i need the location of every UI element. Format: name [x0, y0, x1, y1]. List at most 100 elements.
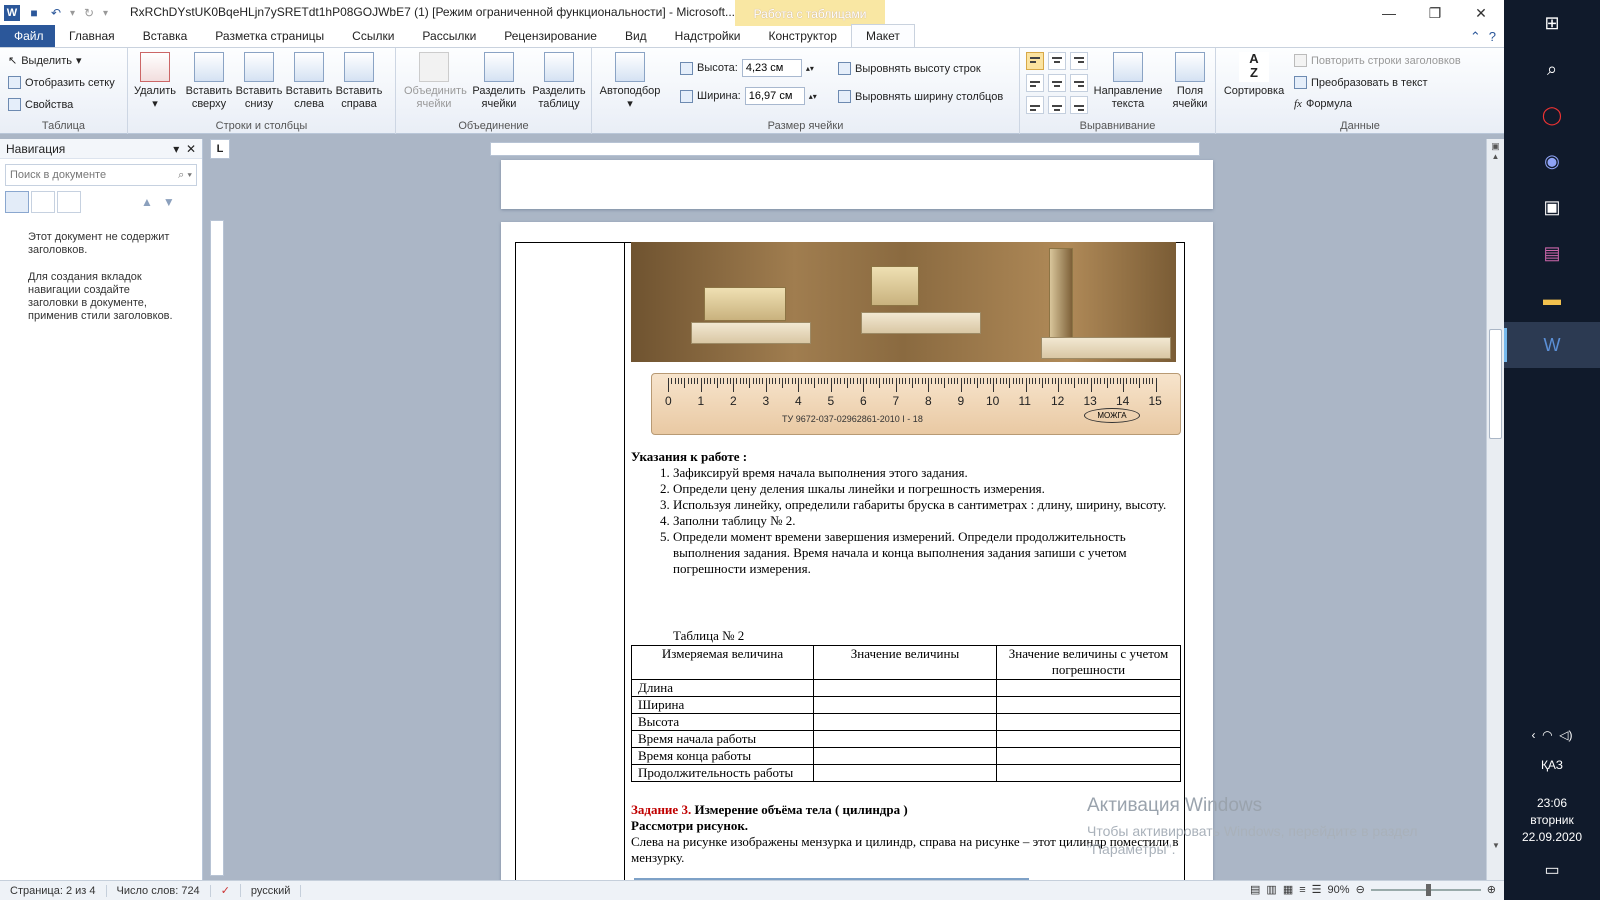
align-bottom-left-button[interactable] — [1026, 96, 1044, 114]
wifi-icon[interactable]: ◠ — [1542, 728, 1552, 742]
restore-button[interactable]: ❐ — [1412, 0, 1458, 26]
table-cell[interactable] — [996, 713, 1181, 731]
table-cell[interactable] — [813, 730, 997, 748]
scroll-thumb[interactable] — [1489, 329, 1502, 439]
table-cell[interactable]: Длина — [631, 679, 814, 697]
clock-date[interactable]: 22.09.2020 — [1504, 830, 1600, 844]
table-cell[interactable] — [996, 679, 1181, 697]
align-top-left-button[interactable] — [1026, 52, 1044, 70]
tab-page-layout[interactable]: Разметка страницы — [201, 25, 338, 47]
page-count[interactable]: Страница: 2 из 4 — [0, 884, 107, 897]
width-input[interactable] — [744, 87, 805, 105]
table-header[interactable]: Значение величины с учетом погрешности — [996, 645, 1181, 680]
tab-mailings[interactable]: Рассылки — [408, 25, 490, 47]
tab-view[interactable]: Вид — [611, 25, 661, 47]
file-explorer-icon[interactable]: ▬ — [1504, 276, 1600, 322]
table-header[interactable]: Значение величины — [813, 645, 997, 680]
tab-addins[interactable]: Надстройки — [661, 25, 755, 47]
zoom-out-icon[interactable]: ⊖ — [1356, 883, 1365, 896]
nav-down-icon[interactable]: ▼ — [163, 195, 175, 209]
autofit-button[interactable]: Автоподбор ▾ — [598, 50, 662, 111]
table-cell[interactable] — [813, 747, 997, 765]
convert-to-text-button[interactable]: Преобразовать в текст — [1294, 76, 1428, 89]
merge-cells-button[interactable]: Объединить ячейки — [404, 50, 467, 111]
nav-search-input[interactable]: Поиск в документе ⌕ ▾ — [5, 164, 197, 186]
tab-insert[interactable]: Вставка — [129, 25, 202, 47]
input-language[interactable]: ҚАЗ — [1504, 758, 1600, 772]
winrar-icon[interactable]: ▤ — [1504, 230, 1600, 276]
align-top-center-button[interactable] — [1048, 52, 1066, 70]
opera-icon[interactable]: ◯ — [1504, 92, 1600, 138]
repeat-header-rows-button[interactable]: Повторить строки заголовков — [1294, 54, 1461, 67]
ruler-toggle-icon[interactable]: ▣ — [1487, 141, 1504, 152]
tab-references[interactable]: Ссылки — [338, 25, 408, 47]
cell-margins-button[interactable]: Поля ячейки — [1166, 50, 1214, 111]
table-cell[interactable] — [996, 730, 1181, 748]
reading-layout-icon[interactable]: ▥ — [1266, 883, 1276, 896]
windows-start-icon[interactable]: ⊞ — [1504, 0, 1600, 46]
table-cell[interactable]: Время конца работы — [631, 747, 814, 765]
vertical-scrollbar[interactable]: ▣ ▲ ▼ — [1486, 139, 1504, 880]
notification-icon[interactable]: ▭ — [1504, 860, 1600, 880]
table-cell[interactable] — [996, 696, 1181, 714]
chevron-down-icon[interactable]: ▾ — [173, 142, 179, 156]
headings-view-tab[interactable] — [5, 191, 29, 213]
distribute-rows-button[interactable]: Выровнять высоту строк — [838, 62, 981, 75]
discord-icon[interactable]: ◉ — [1504, 138, 1600, 184]
table-cell[interactable] — [813, 679, 997, 697]
scroll-down-icon[interactable]: ▼ — [1487, 841, 1505, 850]
table-cell[interactable] — [996, 764, 1181, 782]
save-icon[interactable]: ■ — [26, 5, 42, 21]
show-grid-button[interactable]: Отобразить сетку — [8, 76, 115, 89]
align-top-right-button[interactable] — [1070, 52, 1088, 70]
tab-design[interactable]: Конструктор — [755, 25, 851, 47]
search-icon[interactable]: ⌕ ▾ — [178, 169, 192, 182]
height-input[interactable] — [741, 59, 802, 77]
word-taskbar-icon[interactable]: W — [1504, 322, 1600, 368]
tab-layout[interactable]: Макет — [850, 24, 915, 47]
results-view-tab[interactable] — [57, 191, 81, 213]
tab-home[interactable]: Главная — [55, 25, 129, 47]
undo-dropdown-icon[interactable]: ▾ — [70, 8, 75, 19]
tray-chevron-icon[interactable]: ‹ — [1531, 728, 1535, 742]
table-cell[interactable]: Продолжительность работы — [631, 764, 814, 782]
print-layout-icon[interactable]: ▤ — [1250, 883, 1260, 896]
search-icon[interactable]: ⌕ — [1504, 46, 1600, 92]
text-direction-button[interactable]: Направление текста — [1092, 50, 1164, 111]
align-bottom-center-button[interactable] — [1048, 96, 1066, 114]
table-cell[interactable] — [813, 696, 997, 714]
undo-icon[interactable]: ↶ — [48, 5, 64, 21]
tab-selector[interactable]: L — [210, 139, 230, 159]
close-button[interactable]: ✕ — [1458, 0, 1504, 26]
scroll-up-icon[interactable]: ▲ — [1487, 152, 1504, 161]
zoom-slider-thumb[interactable] — [1425, 883, 1431, 896]
zoom-level[interactable]: 90% — [1328, 884, 1350, 896]
clock-day[interactable]: вторник — [1504, 813, 1600, 827]
split-table-button[interactable]: Разделить таблицу — [530, 50, 588, 111]
distribute-columns-button[interactable]: Выровнять ширину столбцов — [838, 90, 1003, 103]
table-cell[interactable] — [813, 713, 997, 731]
insert-above-button[interactable]: Вставить сверху — [185, 50, 233, 111]
collapse-ribbon-icon[interactable]: ⌃ — [1470, 29, 1481, 45]
tab-review[interactable]: Рецензирование — [490, 25, 611, 47]
select-button[interactable]: ↖ Выделить ▾ — [8, 54, 82, 68]
tab-file[interactable]: Файл — [0, 25, 55, 47]
close-icon[interactable]: ✕ — [186, 142, 196, 156]
redo-icon[interactable]: ↻ — [81, 5, 97, 21]
nav-up-icon[interactable]: ▲ — [141, 195, 153, 209]
web-layout-icon[interactable]: ▦ — [1283, 883, 1293, 896]
align-bottom-right-button[interactable] — [1070, 96, 1088, 114]
properties-button[interactable]: Свойства — [8, 98, 73, 111]
word-count[interactable]: Число слов: 724 — [107, 884, 211, 897]
align-middle-left-button[interactable] — [1026, 74, 1044, 92]
customize-qat-icon[interactable]: ▾ — [103, 8, 108, 19]
app-avatar-icon[interactable]: ▣ — [1504, 184, 1600, 230]
spinner-arrows-icon[interactable]: ▴▾ — [806, 64, 814, 73]
table-cell[interactable]: Ширина — [631, 696, 814, 714]
measurement-table[interactable]: Измеряемая величина Значение величины Зн… — [631, 645, 1181, 782]
insert-left-button[interactable]: Вставить слева — [285, 50, 333, 111]
align-middle-right-button[interactable] — [1070, 74, 1088, 92]
delete-button[interactable]: Удалить ▾ — [131, 50, 179, 111]
align-middle-center-button[interactable] — [1048, 74, 1066, 92]
table-header[interactable]: Измеряемая величина — [631, 645, 814, 680]
